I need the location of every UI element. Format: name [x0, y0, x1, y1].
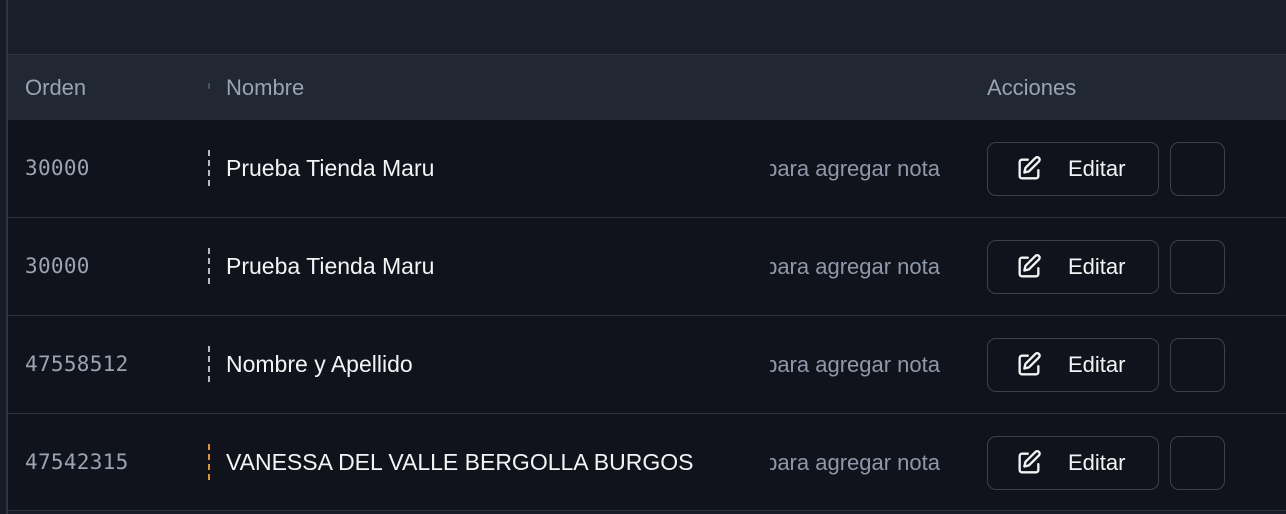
- table-row: 30000 Prueba Tienda Maru Click para agre…: [8, 120, 1286, 218]
- column-header-name[interactable]: Nombre: [226, 55, 304, 120]
- add-note-link[interactable]: Click para agregar nota: [770, 316, 940, 413]
- customer-name: Prueba Tienda Maru: [226, 253, 435, 279]
- edit-button-label: Editar: [1068, 254, 1126, 279]
- add-note-link[interactable]: Click para agregar nota: [770, 120, 940, 217]
- order-number: 30000: [25, 254, 90, 278]
- add-note-text: Click para agregar nota: [770, 450, 940, 475]
- more-actions-button[interactable]: [1170, 142, 1225, 196]
- order-number: 47558512: [25, 352, 129, 376]
- table-toolbar: [8, 0, 1286, 55]
- table-row: 47558512 Nombre y Apellido Click para ag…: [8, 316, 1286, 414]
- add-note-text: Click para agregar nota: [770, 352, 940, 377]
- table-body: 30000 Prueba Tienda Maru Click para agre…: [8, 120, 1286, 511]
- add-note-text: Click para agregar nota: [770, 254, 940, 279]
- pencil-square-icon: [1014, 252, 1044, 282]
- orders-table-panel: Orden Nombre Acciones 30000 Prueba Tiend…: [6, 0, 1286, 514]
- edit-button[interactable]: Editar: [987, 142, 1159, 196]
- column-header-actions: Acciones: [987, 75, 1077, 100]
- edit-button[interactable]: Editar: [987, 338, 1159, 392]
- table-row: 47542315 VANESSA DEL VALLE BERGOLLA BURG…: [8, 414, 1286, 511]
- edit-button-label: Editar: [1068, 450, 1126, 475]
- order-number: 30000: [25, 156, 90, 180]
- pencil-square-icon: [1014, 350, 1044, 380]
- table-header: Orden Nombre Acciones: [8, 55, 1286, 120]
- column-divider: [208, 83, 210, 89]
- drag-handle-icon[interactable]: [207, 334, 213, 394]
- customer-name: Nombre y Apellido: [226, 351, 413, 377]
- pencil-square-icon: [1014, 448, 1044, 478]
- customer-name: Prueba Tienda Maru: [226, 155, 435, 181]
- order-number: 47542315: [25, 450, 129, 474]
- more-actions-button[interactable]: [1170, 436, 1225, 490]
- more-actions-button[interactable]: [1170, 240, 1225, 294]
- edit-button[interactable]: Editar: [987, 240, 1159, 294]
- table-row: 30000 Prueba Tienda Maru Click para agre…: [8, 218, 1286, 316]
- drag-handle-icon[interactable]: [207, 236, 213, 296]
- customer-name: VANESSA DEL VALLE BERGOLLA BURGOS: [226, 449, 694, 475]
- edit-button[interactable]: Editar: [987, 436, 1159, 490]
- pencil-square-icon: [1014, 154, 1044, 184]
- drag-handle-icon[interactable]: [207, 138, 213, 198]
- add-note-text: Click para agregar nota: [770, 156, 940, 181]
- drag-handle-icon[interactable]: [207, 432, 213, 492]
- edit-button-label: Editar: [1068, 352, 1126, 377]
- add-note-link[interactable]: Click para agregar nota: [770, 414, 940, 511]
- edit-button-label: Editar: [1068, 156, 1126, 181]
- more-actions-button[interactable]: [1170, 338, 1225, 392]
- add-note-link[interactable]: Click para agregar nota: [770, 218, 940, 315]
- column-header-order[interactable]: Orden: [25, 55, 86, 120]
